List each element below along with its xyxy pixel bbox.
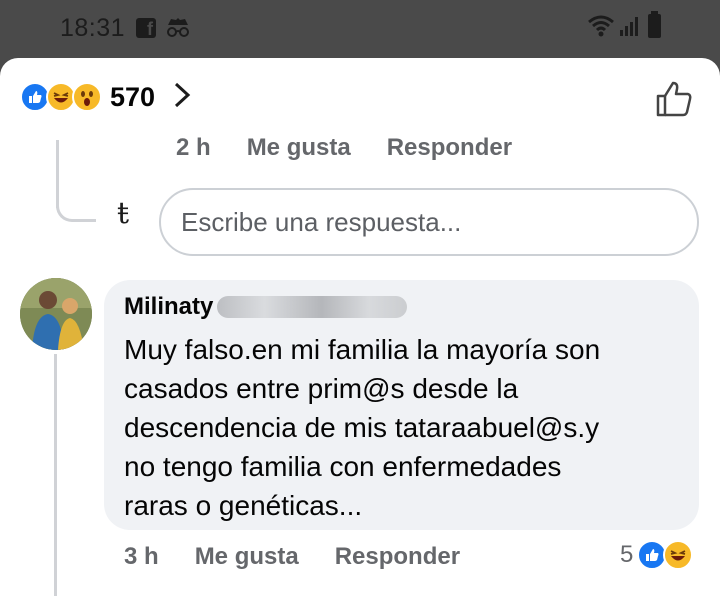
redacted-name-blur bbox=[217, 296, 408, 318]
comment-meta: 3 h Me gusta Responder bbox=[124, 543, 460, 571]
like-button[interactable]: Me gusta bbox=[195, 543, 299, 571]
signal-icon bbox=[619, 16, 641, 43]
comment-text: Muy falso.en mi familia la mayoría son c… bbox=[124, 334, 601, 521]
battery-icon bbox=[648, 11, 661, 38]
comment-reactions[interactable]: 5 bbox=[620, 540, 694, 570]
text-cursor-icon: ŧ bbox=[117, 196, 130, 231]
thread-connector bbox=[56, 186, 96, 222]
previous-like-button[interactable]: Me gusta bbox=[247, 134, 351, 162]
haha-reaction-icon bbox=[663, 540, 694, 570]
status-bar: 18:31 f bbox=[0, 0, 720, 58]
previous-reply-time: 2 h bbox=[176, 134, 211, 161]
facebook-icon: f bbox=[136, 18, 156, 38]
comment-bubble[interactable]: Milinaty Muy falso.en mi familia la mayo… bbox=[104, 280, 699, 530]
reactions-summary[interactable]: 570 bbox=[20, 80, 191, 114]
comment-author[interactable]: Milinaty bbox=[124, 292, 679, 322]
incognito-icon bbox=[165, 16, 191, 43]
status-time: 18:31 bbox=[60, 14, 126, 42]
wow-reaction-icon bbox=[72, 82, 102, 112]
reply-button[interactable]: Responder bbox=[335, 543, 460, 571]
comment-time: 3 h bbox=[124, 543, 159, 570]
thread-line bbox=[54, 354, 57, 596]
chevron-right-icon[interactable] bbox=[173, 81, 191, 114]
comment-reaction-count: 5 bbox=[620, 541, 634, 568]
reaction-count: 570 bbox=[110, 81, 156, 112]
reply-input[interactable] bbox=[159, 188, 699, 256]
wifi-icon bbox=[587, 14, 615, 43]
previous-reply-button[interactable]: Responder bbox=[387, 134, 512, 162]
comments-sheet: 570 2 h Me gusta Responder ŧ Milinaty bbox=[0, 58, 720, 596]
avatar[interactable] bbox=[20, 278, 92, 350]
like-outline-icon[interactable] bbox=[655, 80, 693, 123]
author-name[interactable]: Milinaty bbox=[124, 293, 213, 321]
previous-reply-meta: 2 h Me gusta Responder bbox=[176, 134, 512, 162]
